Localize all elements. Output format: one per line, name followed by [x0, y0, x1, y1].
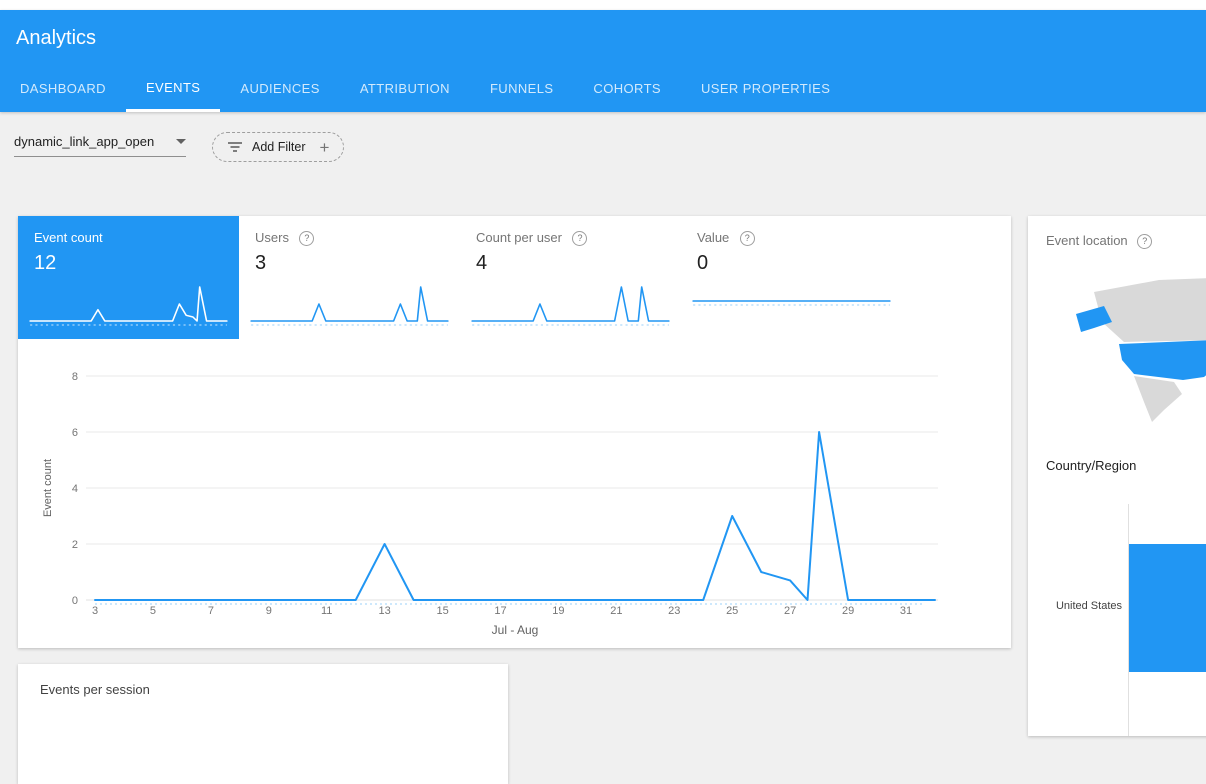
svg-text:0: 0: [72, 595, 78, 607]
map-region-canada: [1094, 276, 1206, 342]
metric-label: Count per user: [476, 230, 562, 245]
svg-text:Jul - Aug: Jul - Aug: [492, 623, 539, 637]
svg-text:15: 15: [436, 605, 448, 617]
event-selector-value: dynamic_link_app_open: [14, 134, 154, 149]
map-region-united-states[interactable]: [1119, 340, 1206, 380]
metric-tile-count-per-user[interactable]: Count per user ? 4: [460, 216, 681, 339]
sparkline-value: [691, 279, 892, 331]
filter-icon: [227, 140, 243, 154]
svg-text:29: 29: [842, 605, 854, 617]
tab-user-properties[interactable]: USER PROPERTIES: [681, 66, 850, 112]
svg-text:8: 8: [72, 371, 78, 383]
metric-value: 12: [34, 252, 223, 275]
dimension-label: Country/Region: [1046, 458, 1136, 473]
tab-cohorts[interactable]: COHORTS: [573, 66, 681, 112]
tab-funnels[interactable]: FUNNELS: [470, 66, 573, 112]
metric-value: 4: [476, 252, 665, 275]
help-icon[interactable]: ?: [572, 231, 587, 246]
app-header: Analytics DASHBOARD EVENTS AUDIENCES ATT…: [0, 10, 1206, 112]
metric-tile-value[interactable]: Value ? 0: [681, 216, 902, 339]
svg-text:2: 2: [72, 539, 78, 551]
svg-text:4: 4: [72, 483, 78, 495]
help-icon[interactable]: ?: [740, 231, 755, 246]
card-title: Events per session: [18, 664, 508, 697]
metric-label: Users: [255, 230, 289, 245]
tab-events[interactable]: EVENTS: [126, 66, 220, 112]
card-title-row: Event location ?: [1028, 216, 1206, 249]
card-title: Event location: [1046, 233, 1128, 248]
add-filter-label: Add Filter: [252, 140, 306, 154]
help-icon[interactable]: ?: [1137, 234, 1152, 249]
tab-attribution[interactable]: ATTRIBUTION: [340, 66, 470, 112]
tab-dashboard[interactable]: DASHBOARD: [0, 66, 126, 112]
events-per-session-card: Events per session: [18, 664, 508, 784]
metric-value: 0: [697, 252, 886, 275]
event-count-line-chart: 0 2 4 6 8 3 5 7 9 11 13 15 17 19 21 23 25 27 29 31 Jul - Aug: [18, 346, 1011, 646]
event-selector[interactable]: dynamic_link_app_open: [14, 134, 186, 157]
svg-text:6: 6: [72, 427, 78, 439]
svg-text:25: 25: [726, 605, 738, 617]
metric-value: 3: [255, 252, 444, 275]
svg-text:13: 13: [378, 605, 390, 617]
events-overview-card: Event count 12 Users ? 3 Count per user …: [18, 216, 1011, 648]
sparkline-users: [249, 279, 450, 331]
svg-text:5: 5: [150, 605, 156, 617]
event-location-card: Event location ? Country/Region United S…: [1028, 216, 1206, 736]
metric-tile-users[interactable]: Users ? 3: [239, 216, 460, 339]
add-filter-button[interactable]: Add Filter +: [212, 132, 344, 162]
svg-text:11: 11: [321, 605, 332, 617]
sparkline-event-count: [28, 279, 229, 331]
map-region-mexico: [1134, 376, 1182, 422]
metric-tiles: Event count 12 Users ? 3 Count per user …: [18, 216, 1011, 339]
svg-text:9: 9: [266, 605, 272, 617]
metric-label: Event count: [34, 230, 103, 245]
help-icon[interactable]: ?: [299, 231, 314, 246]
svg-text:23: 23: [668, 605, 680, 617]
svg-text:7: 7: [208, 605, 214, 617]
sparkline-count-per-user: [470, 279, 671, 331]
svg-text:3: 3: [92, 605, 98, 617]
svg-text:19: 19: [552, 605, 564, 617]
top-strip: [0, 0, 1206, 10]
svg-text:17: 17: [494, 605, 506, 617]
plus-icon: +: [320, 139, 330, 156]
north-america-map: [1064, 262, 1206, 452]
app-title: Analytics: [0, 10, 1206, 50]
svg-text:31: 31: [900, 605, 912, 617]
chevron-down-icon: [176, 139, 186, 144]
tab-bar: DASHBOARD EVENTS AUDIENCES ATTRIBUTION F…: [0, 66, 850, 112]
metric-tile-event-count[interactable]: Event count 12: [18, 216, 239, 339]
metric-label: Value: [697, 230, 729, 245]
bar-row-label: United States: [1036, 600, 1122, 612]
svg-text:21: 21: [610, 605, 622, 617]
united-states-bar[interactable]: [1129, 544, 1206, 672]
tab-audiences[interactable]: AUDIENCES: [220, 66, 339, 112]
svg-text:27: 27: [784, 605, 796, 617]
